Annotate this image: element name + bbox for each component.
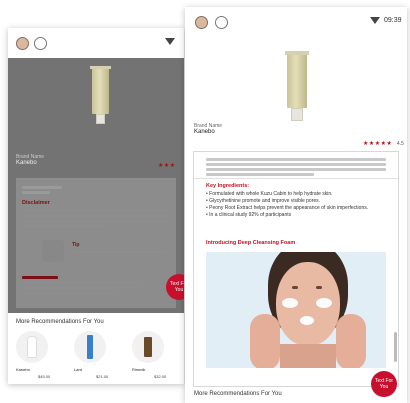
ingredient-item: • In a clinical study 92% of participant… — [206, 212, 292, 218]
product-info: Brand Name Kanebo — [194, 123, 222, 135]
wifi-icon — [370, 17, 380, 24]
product-name: Kanebo — [16, 160, 37, 166]
product-image — [285, 51, 309, 121]
video-heading: Introducing Deep Cleansing Foam — [206, 240, 296, 246]
profile-avatar[interactable] — [195, 16, 208, 29]
status-bar: 09:39 — [185, 7, 407, 37]
rec-item-1-price: $45.00 — [38, 374, 51, 379]
rec-item-1-name: Kanebo — [16, 367, 30, 372]
modal-overlay[interactable]: Brand Name Kanebo ★★★ Disclaimer Tip — [8, 58, 184, 313]
product-thumbnail — [42, 240, 64, 262]
chat-fab-button[interactable]: Text For You — [371, 371, 397, 397]
fab-label: Text For You — [374, 378, 394, 390]
rec-item-3-name: Rimmik — [132, 367, 146, 372]
tip-label: Tip — [72, 242, 80, 248]
rating-stars: ★★★ — [158, 163, 176, 169]
user-icon[interactable] — [34, 37, 47, 50]
ingredient-item: • Glycyrhetinine promote and improve vis… — [206, 198, 321, 204]
profile-avatar[interactable] — [16, 37, 29, 50]
disclaimer-heading: Disclaimer — [22, 200, 50, 206]
product-name: Kanebo — [194, 129, 215, 135]
rec-item-3-price: $32.00 — [154, 374, 167, 379]
scrollbar[interactable] — [394, 332, 397, 362]
rating-stars: ★★★★★ — [363, 141, 393, 147]
product-image — [90, 66, 111, 124]
rec-item-2[interactable] — [74, 331, 106, 363]
screenshot-stage: Brand Name Kanebo ★★★ Disclaimer Tip Tex… — [0, 0, 410, 403]
ingredients-heading: Key Ingredients: — [206, 183, 250, 189]
front-phone-screen: 09:39 Brand Name Kanebo ★★★★★ 4.5 Key In… — [185, 7, 407, 403]
fab-label: Text For You — [169, 281, 184, 293]
rec-item-2-price: $21.00 — [96, 374, 109, 379]
video-thumbnail[interactable] — [206, 252, 386, 368]
description-text — [206, 156, 386, 178]
disclaimer-card: Disclaimer Tip — [16, 178, 176, 308]
recommendations-title: More Recommendations For You — [16, 319, 104, 325]
recommendations-section: More Recommendations For You Kanebo $45.… — [8, 313, 184, 384]
rating-value: 4.5 — [396, 141, 404, 147]
status-time: 09:39 — [384, 17, 402, 24]
rec-item-2-name: Lard — [74, 367, 83, 372]
product-details-card[interactable]: Key Ingredients: • Formulated with whole… — [193, 151, 399, 387]
rec-item-3[interactable] — [132, 331, 164, 363]
recommendations-title: More Recommendations For You — [194, 391, 282, 397]
user-icon[interactable] — [215, 16, 228, 29]
ingredient-item: • Peony Root Extract helps prevent the a… — [206, 205, 369, 211]
product-info: Brand Name Kanebo — [16, 154, 44, 166]
ingredient-item: • Formulated with whole Kuzu Cabin to he… — [206, 191, 333, 197]
back-phone-screen: Brand Name Kanebo ★★★ Disclaimer Tip Tex… — [8, 28, 184, 384]
rating: ★★★★★ 4.5 — [363, 132, 404, 150]
status-bar — [8, 28, 184, 58]
rec-item-1[interactable] — [16, 331, 48, 363]
ingredients-list: • Formulated with whole Kuzu Cabin to he… — [206, 191, 386, 219]
wifi-icon — [165, 38, 175, 45]
